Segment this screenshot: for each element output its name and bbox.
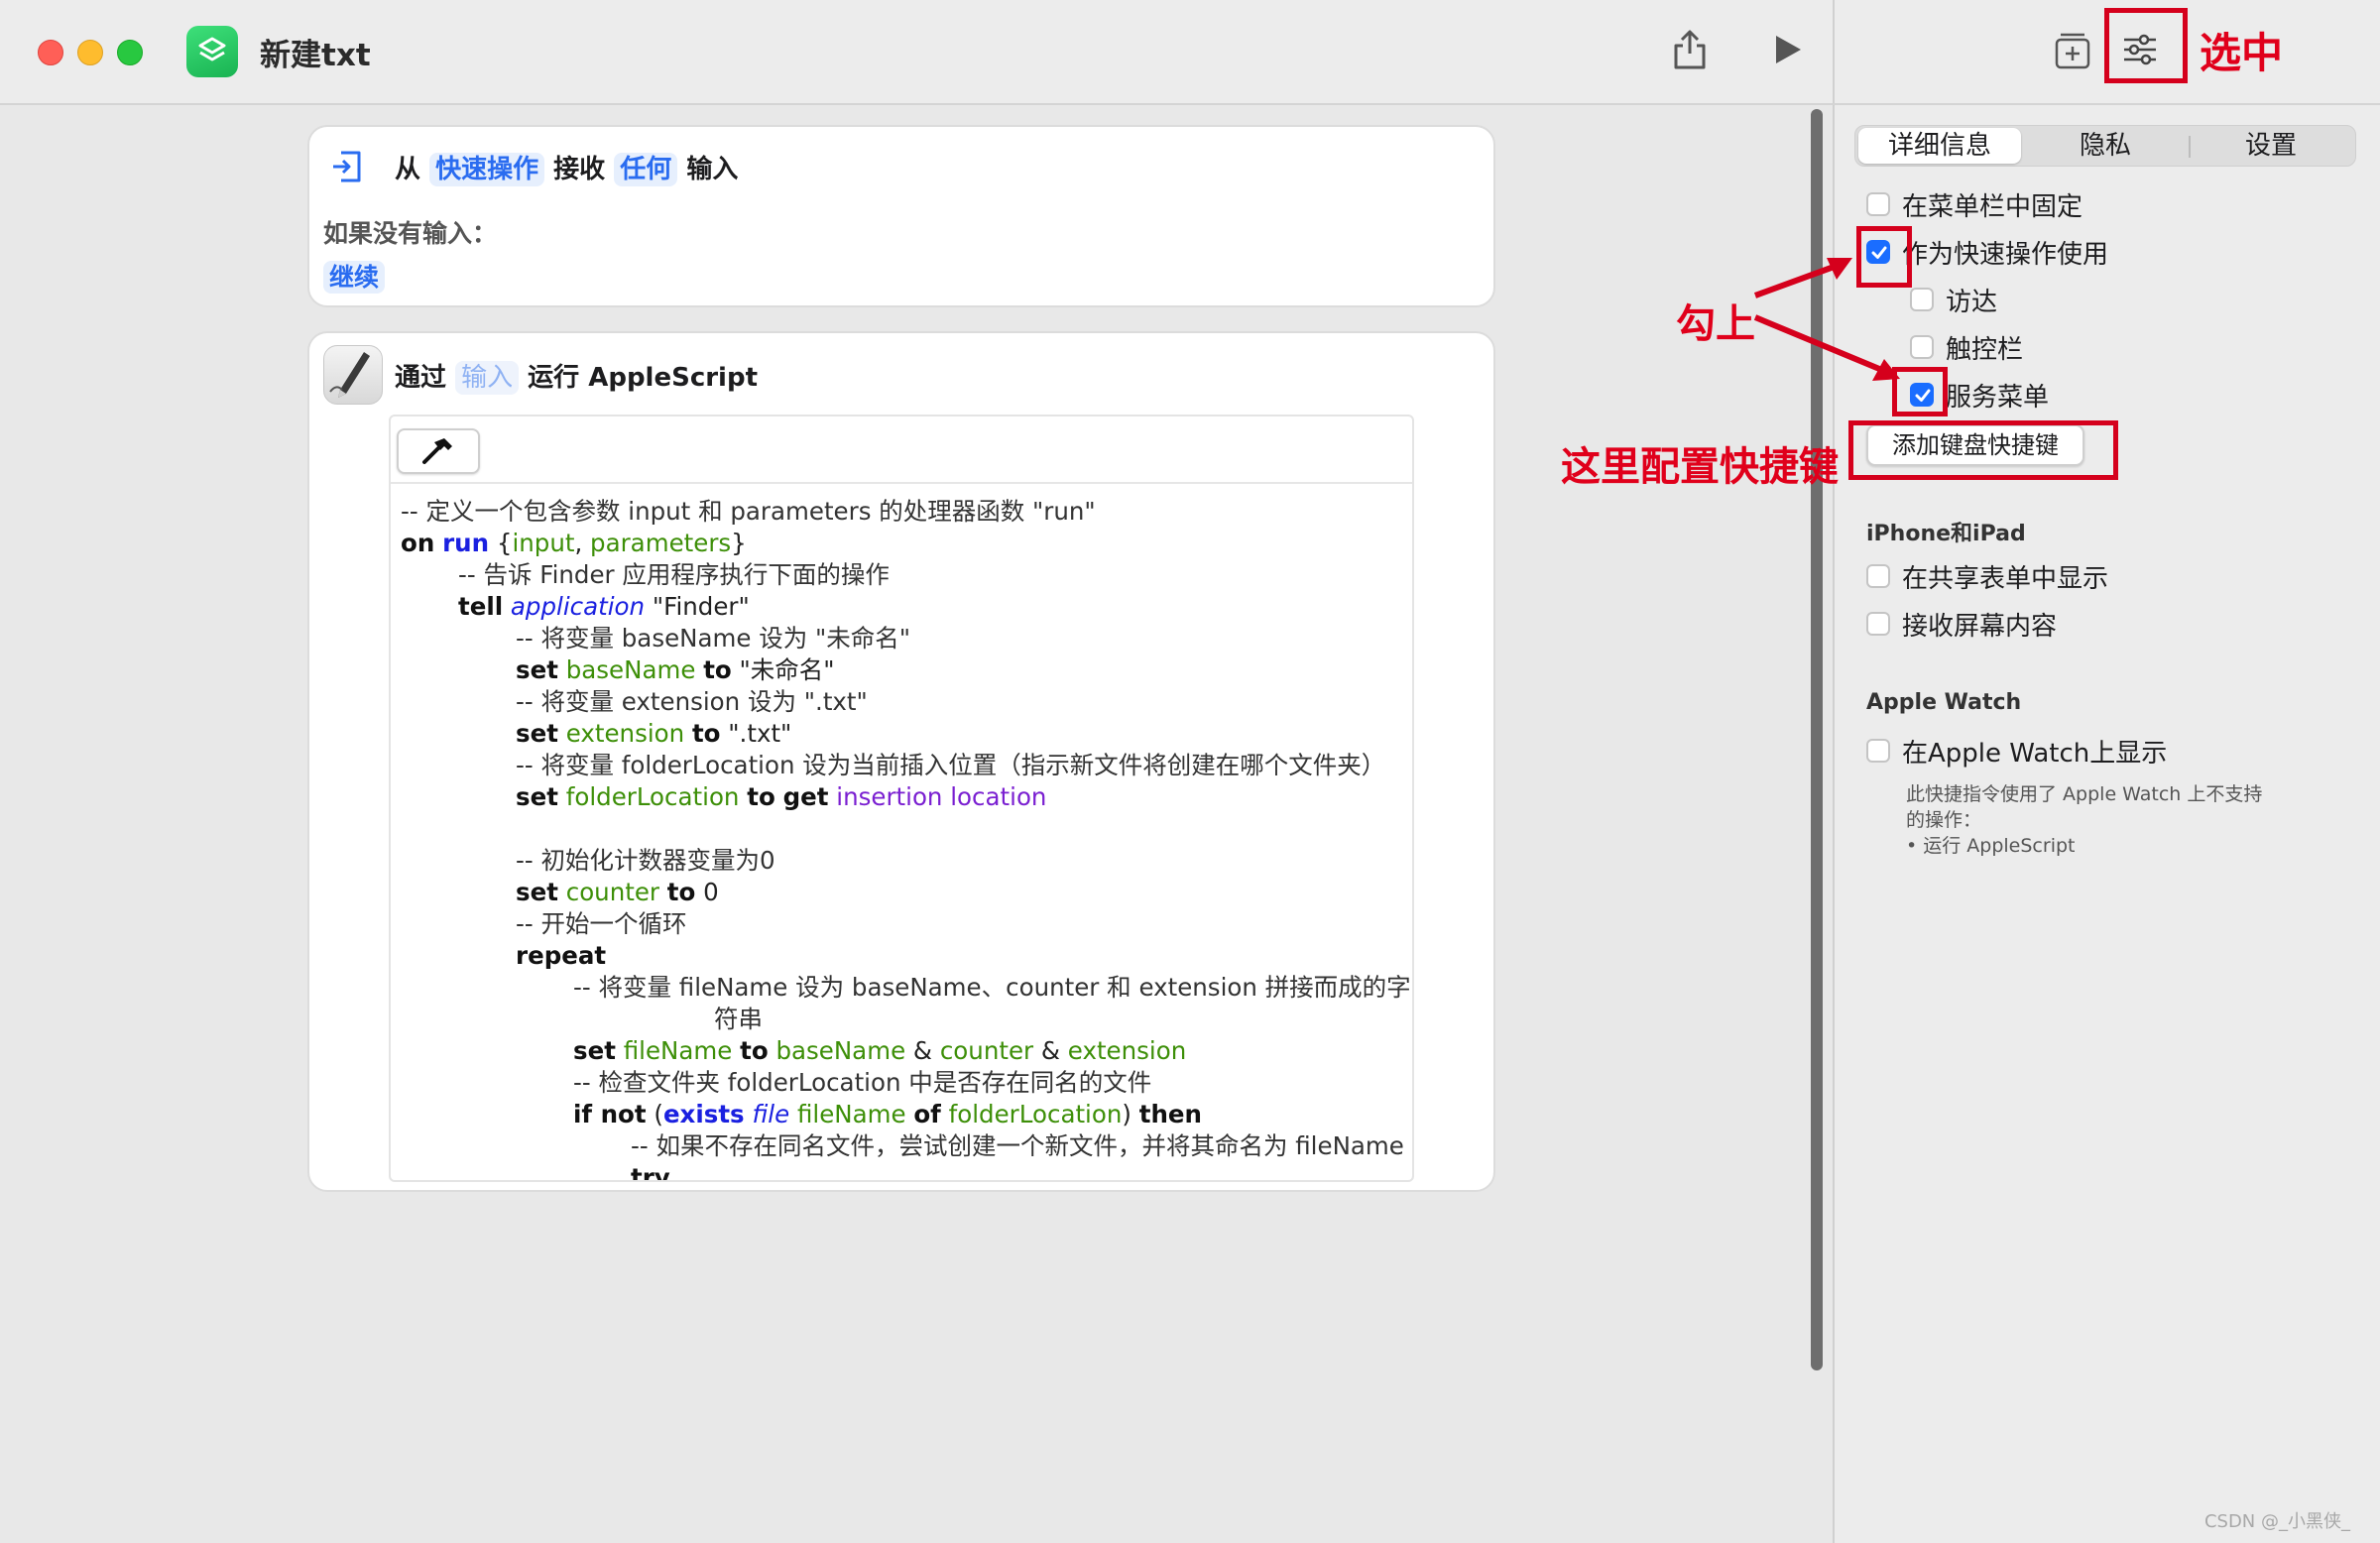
code-line: set counter to 0 (516, 878, 719, 906)
show-on-watch-label: 在Apple Watch上显示 (1902, 739, 2168, 769)
code-line: -- 将变量 baseName 设为 "未命名" (516, 624, 911, 653)
title-bar: 新建txt (0, 0, 1833, 105)
share-sheet-checkbox[interactable] (1866, 564, 1890, 588)
maximize-window-button[interactable] (117, 40, 143, 65)
services-menu-label: 服务菜单 (1946, 383, 2050, 413)
watermark: CSDN @_小黑侠_ (2203, 1511, 2350, 1532)
share-sheet-label: 在共享表单中显示 (1902, 564, 2109, 594)
watch-note: • 运行 AppleScript (1906, 835, 2076, 857)
input-variable-token[interactable]: 输入 (455, 361, 520, 395)
no-input-continue-token[interactable]: 继续 (323, 258, 386, 294)
input-source-token[interactable]: 快速操作 (429, 153, 545, 186)
close-window-button[interactable] (38, 40, 63, 65)
input-icon (331, 149, 363, 188)
quick-action-label: 作为快速操作使用 (1902, 240, 2109, 270)
code-line: -- 将变量 folderLocation 设为当前插入位置（指示新文件将创建在… (516, 751, 1386, 779)
share-icon[interactable] (1672, 30, 1708, 73)
shortcuts-app-icon (186, 26, 238, 77)
annotation-check: 勾上 (1676, 301, 1755, 347)
window-title: 新建txt (260, 38, 371, 73)
receive-middle: 接收 (553, 155, 606, 184)
iphone-ipad-section-title: iPhone和iPad (1866, 522, 2026, 546)
code-line: tell application "Finder" (458, 592, 750, 621)
apple-watch-section-title: Apple Watch (1866, 690, 2022, 715)
show-on-watch-checkbox[interactable] (1866, 739, 1890, 763)
code-line: -- 初始化计数器变量为0 (516, 846, 775, 875)
watch-note: 此快捷指令使用了 Apple Watch 上不支持 (1906, 783, 2263, 805)
touchbar-checkbox[interactable] (1910, 335, 1934, 359)
finder-label: 访达 (1946, 288, 1998, 317)
code-line: on run {input, parameters} (401, 529, 747, 557)
code-line: -- 将变量 fileName 设为 baseName、counter 和 ex… (573, 973, 1411, 1002)
code-line: -- 将变量 extension 设为 ".txt" (516, 687, 868, 716)
applescript-suffix: 运行 AppleScript (528, 363, 759, 393)
annotation-box-settings (2104, 8, 2188, 83)
code-line: -- 如果不存在同名文件，尝试创建一个新文件，并将其命名为 fileName (631, 1131, 1404, 1160)
continue-token[interactable]: 继续 (323, 261, 386, 294)
code-line: set folderLocation to get insertion loca… (516, 782, 1047, 811)
code-line: try (631, 1163, 670, 1182)
input-type-token[interactable]: 任何 (614, 153, 678, 186)
pin-menubar-label: 在菜单栏中固定 (1902, 192, 2083, 222)
action-library-icon[interactable] (2053, 30, 2092, 75)
code-line: -- 告诉 Finder 应用程序执行下面的操作 (458, 560, 890, 589)
receive-screen-checkbox[interactable] (1866, 612, 1890, 636)
annotation-config-shortcut: 这里配置快捷键 (1561, 444, 1839, 490)
code-line: 符串 (714, 1005, 763, 1033)
code-line: if not (exists file fileName of folderLo… (573, 1100, 1202, 1128)
details-panel (1833, 0, 2380, 1543)
tab-details[interactable]: 详细信息 (1858, 128, 2021, 164)
annotation-selected: 选中 (2200, 29, 2284, 77)
code-line: set fileName to baseName & counter & ext… (573, 1036, 1187, 1065)
no-input-label: 如果没有输入： (323, 219, 498, 248)
code-line: repeat (516, 941, 607, 970)
finder-checkbox[interactable] (1910, 288, 1934, 311)
code-line: -- 定义一个包含参数 input 和 parameters 的处理器函数 "r… (401, 497, 1096, 526)
pin-menubar-checkbox[interactable] (1866, 192, 1890, 216)
minimize-window-button[interactable] (77, 40, 103, 65)
code-line: set extension to ".txt" (516, 719, 792, 748)
annotation-box-keyboard (1848, 420, 2118, 480)
run-applescript-row: 通过 输入 运行 AppleScript (395, 357, 759, 395)
code-line: -- 检查文件夹 folderLocation 中是否存在同名的文件 (573, 1068, 1152, 1097)
run-icon[interactable] (1773, 34, 1803, 69)
applescript-code[interactable]: -- 定义一个包含参数 input 和 parameters 的处理器函数 "r… (401, 496, 1411, 1182)
script-editor-icon (323, 345, 383, 405)
receive-prefix: 从 (395, 155, 421, 184)
receive-screen-label: 接收屏幕内容 (1902, 612, 2058, 642)
script-editor[interactable]: -- 定义一个包含参数 input 和 parameters 的处理器函数 "r… (389, 415, 1414, 1182)
panel-tab-bar: 详细信息 隐私 设置 (1854, 125, 2356, 167)
annotation-arrows (1753, 258, 1900, 381)
receive-suffix: 输入 (686, 155, 739, 184)
panel-toolbar-divider (1833, 103, 2380, 105)
compile-button[interactable] (397, 428, 480, 474)
code-line: set baseName to "未命名" (516, 655, 835, 684)
run-applescript-action[interactable]: 通过 输入 运行 AppleScript -- 定义一个包含参数 input 和… (307, 331, 1495, 1192)
applescript-prefix: 通过 (395, 363, 447, 393)
tab-settings[interactable]: 设置 (2190, 126, 2352, 166)
touchbar-label: 触控栏 (1946, 335, 2024, 365)
hammer-icon (422, 438, 452, 464)
watch-note: 的操作： (1906, 809, 1982, 831)
editor-separator (391, 482, 1412, 484)
code-line: -- 开始一个循环 (516, 909, 687, 938)
receive-input-action[interactable]: 从 快速操作 接收 任何 输入 如果没有输入： 继续 (307, 125, 1495, 307)
tab-privacy[interactable]: 隐私 (2024, 126, 2187, 166)
receive-input-row: 从 快速操作 接收 任何 输入 (395, 149, 739, 186)
